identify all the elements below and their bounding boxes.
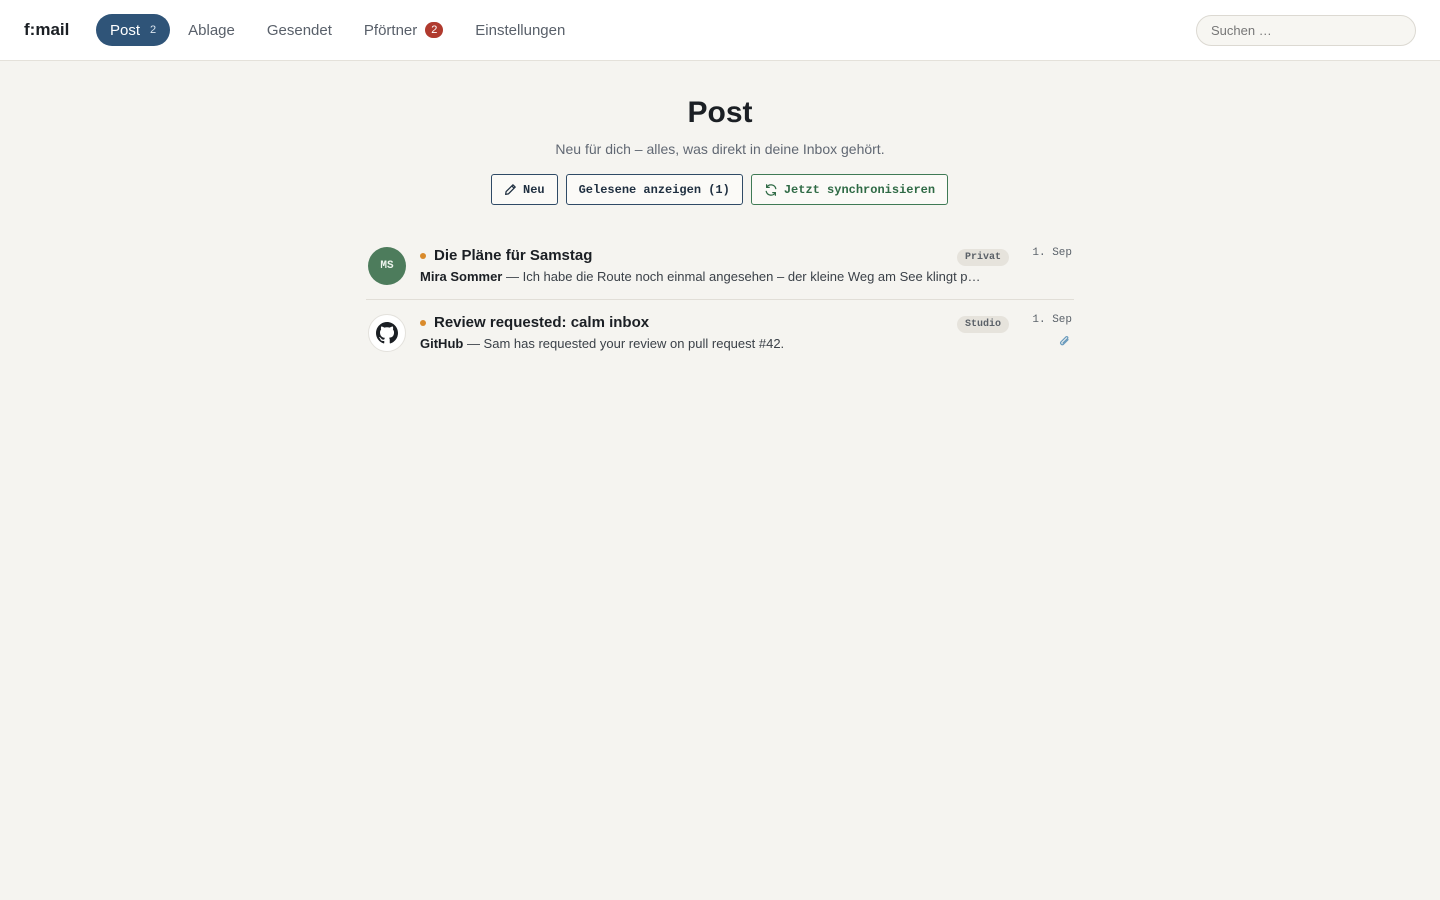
pencil-icon xyxy=(504,183,517,196)
new-mail-button[interactable]: Neu xyxy=(491,174,558,205)
search-input[interactable] xyxy=(1196,15,1416,46)
mail-list: MS Die Pläne für Samstag Mira Sommer — I… xyxy=(366,233,1074,367)
unread-dot xyxy=(420,319,426,326)
mail-snippet: — Sam has requested your review on pull … xyxy=(463,336,785,351)
page-subtitle: Neu für dich – alles, was direkt in dein… xyxy=(555,141,885,157)
show-read-button[interactable]: Gelesene anzeigen (1) xyxy=(565,174,743,205)
nav-item-post[interactable]: Post 2 xyxy=(96,14,171,46)
nav-item-label: Pförtner xyxy=(363,21,418,39)
sync-label: Jetzt synchronisieren xyxy=(783,182,936,197)
mail-snippet: — Ich habe die Route noch einmal angeseh… xyxy=(502,269,981,284)
mail-date: 1. Sep xyxy=(1032,314,1072,326)
sync-button[interactable]: Jetzt synchronisieren xyxy=(750,174,949,205)
mail-date: 1. Sep xyxy=(1032,247,1072,259)
refresh-icon xyxy=(764,183,778,197)
nav-item-pfoertner[interactable]: Pförtner 2 xyxy=(348,14,459,46)
top-bar: f:mail Post 2 Ablage Gesendet Pförtner 2… xyxy=(0,0,1440,61)
mail-row[interactable]: Review requested: calm inbox GitHub — Sa… xyxy=(366,300,1074,367)
mail-subject: Review requested: calm inbox xyxy=(434,314,650,331)
action-bar: Neu Gelesene anzeigen (1) Jetzt synchron… xyxy=(491,174,949,205)
github-icon xyxy=(368,314,406,352)
subject-line: Review requested: calm inbox xyxy=(420,314,649,331)
nav-item-label: Gesendet xyxy=(266,21,332,39)
avatar: MS xyxy=(368,247,406,285)
mail-preview: GitHub — Sam has requested your review o… xyxy=(420,336,1010,351)
nav-item-label: Einstellungen xyxy=(475,21,566,39)
nav-item-badge: 2 xyxy=(425,22,444,38)
show-read-label: Gelesene anzeigen (1) xyxy=(578,182,730,197)
nav-item-label: Ablage xyxy=(188,21,235,39)
subject-line: Die Pläne für Samstag xyxy=(420,247,592,264)
nav-item-ablage[interactable]: Ablage xyxy=(172,14,251,46)
label-tag[interactable]: Privat xyxy=(956,249,1009,266)
mail-preview: Mira Sommer — Ich habe die Route noch ei… xyxy=(420,269,1010,284)
mail-sender: GitHub xyxy=(420,336,464,351)
label-tag[interactable]: Studio xyxy=(956,316,1009,333)
mail-sender: Mira Sommer xyxy=(420,269,503,284)
nav-item-count: 2 xyxy=(150,24,157,36)
nav-item-gesendet[interactable]: Gesendet xyxy=(251,14,348,46)
app-logo[interactable]: f:mail xyxy=(24,20,69,40)
mail-subject: Die Pläne für Samstag xyxy=(434,247,593,264)
mail-row[interactable]: MS Die Pläne für Samstag Mira Sommer — I… xyxy=(366,233,1074,300)
unread-dot xyxy=(420,252,426,259)
nav-item-label: Post xyxy=(110,21,141,39)
nav-item-einstellungen[interactable]: Einstellungen xyxy=(459,14,581,46)
paperclip-icon xyxy=(1058,334,1072,353)
page-title: Post xyxy=(687,96,753,129)
new-mail-label: Neu xyxy=(523,182,545,197)
main-nav: Post 2 Ablage Gesendet Pförtner 2 Einste… xyxy=(96,14,581,46)
